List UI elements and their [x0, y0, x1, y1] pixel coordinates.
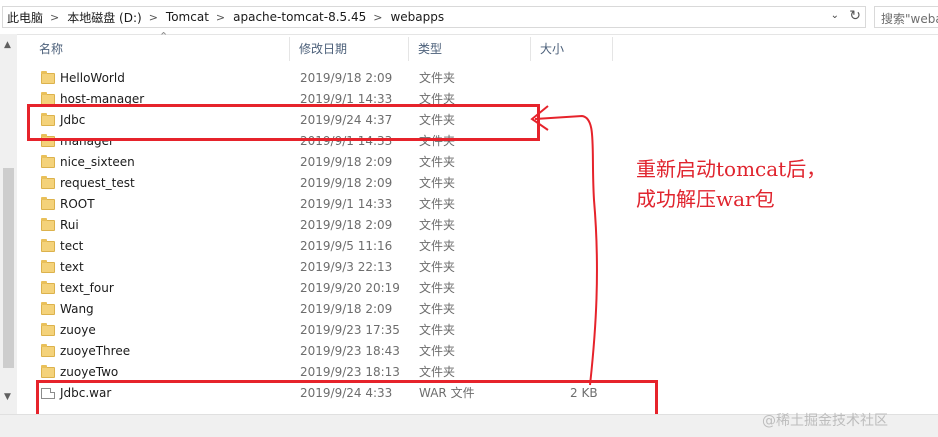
arrow-line: [534, 114, 598, 386]
annotation-text: 重新启动tomcat后， 成功解压war包: [636, 154, 826, 214]
watermark: @稀土掘金技术社区: [762, 413, 888, 429]
annotation-line-2: 成功解压war包: [636, 187, 775, 211]
annotation-line-1: 重新启动tomcat后，: [636, 157, 827, 181]
annotation-arrow: [530, 105, 598, 386]
